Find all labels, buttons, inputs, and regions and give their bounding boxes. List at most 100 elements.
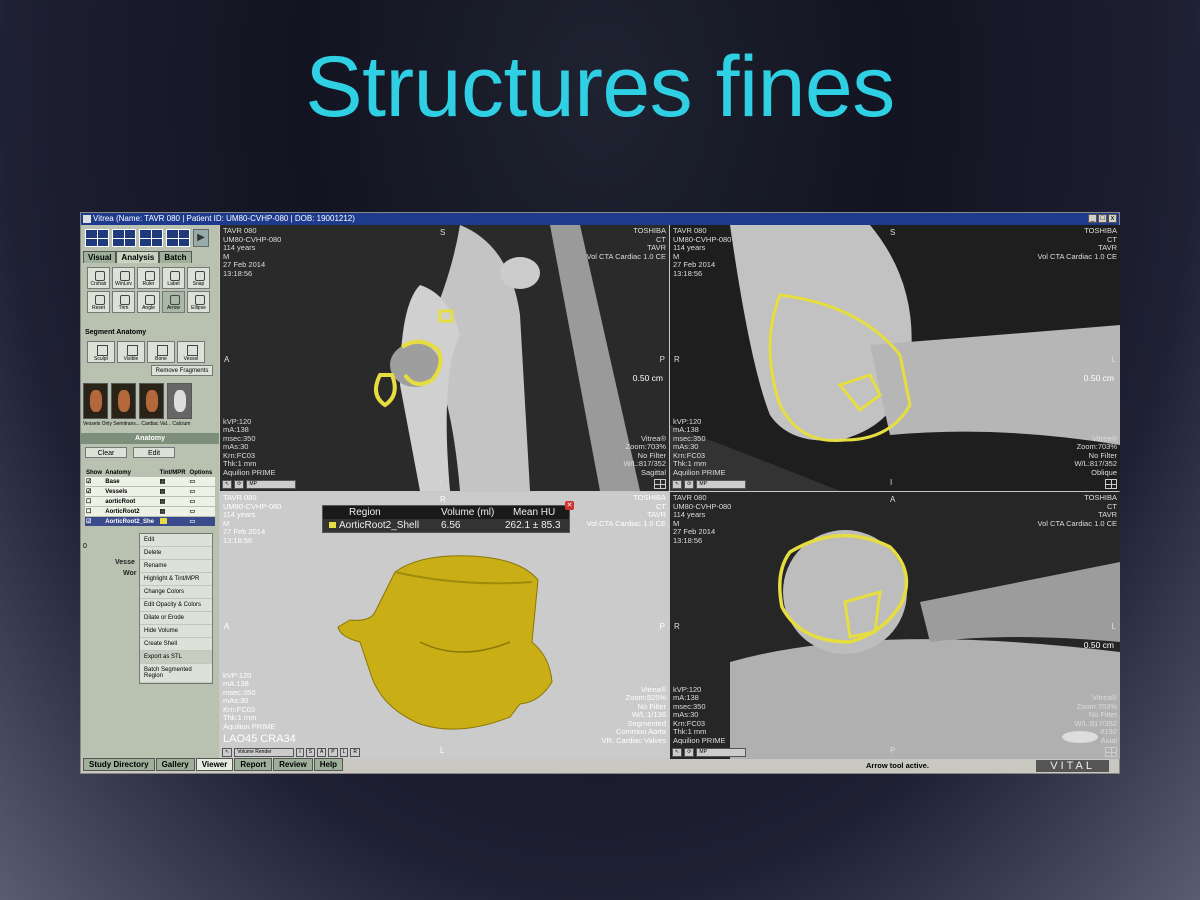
pointer-icon[interactable]: ↖ [672,747,683,757]
preset-calcium[interactable] [167,383,192,419]
angle-tool[interactable]: Angle [137,291,160,313]
preset-semitrans[interactable] [111,383,136,419]
tab-visual[interactable]: Visual [83,251,117,263]
viewport-toolbar: ↖ Volume Render I S A P L R [222,747,361,757]
close-icon[interactable]: ✕ [565,501,574,510]
table-row[interactable]: ☑ Vessels ▤ ▭ [85,486,215,497]
edit-button[interactable]: Edit [133,447,175,458]
layout-2x2-button[interactable] [85,229,109,247]
scanner-info: TOSHIBA CT TAVR Vol CTA Cardiac 1.0 CE [1037,226,1117,261]
tab-gallery[interactable]: Gallery [155,758,195,771]
minimize-button[interactable]: _ [1088,214,1097,223]
tab-viewer[interactable]: Viewer [195,758,234,771]
menu-item-edit-opacity[interactable]: Edit Opacity & Colors [140,599,212,612]
tab-help[interactable]: Help [313,758,344,771]
oblique-image [670,225,1120,491]
reset-view-icon[interactable]: ⟳ [684,479,695,489]
orient-right: L [1111,355,1116,364]
scanner-info: TOSHIBA CT TAVR Vol CTA Cardiac 1.0 CE [586,493,666,528]
close-button[interactable]: x [1108,214,1117,223]
viewport-sagittal[interactable]: TAVR 080 UM80-CVHP-080 114 years M 27 Fe… [220,225,669,491]
preset-cardiac-valves[interactable] [139,383,164,419]
view-r-button[interactable]: R [350,747,361,757]
vessel-tool[interactable]: Vessel [177,341,205,363]
reset-tool[interactable]: Reset [87,291,110,313]
menu-item-create-shell[interactable]: Create Shell [140,638,212,651]
tab-review[interactable]: Review [273,758,313,771]
display-info: Vitrea® Zoom:703% No Filter W/L:817/352 … [1074,433,1117,477]
play-icon[interactable]: ▶ [193,229,209,247]
zero-label: 0 [83,543,87,550]
viewport-toolbar: ↖ ⟳ MP [672,747,747,757]
orient-bottom: I [890,478,893,487]
pointer-icon[interactable]: ↖ [672,479,683,489]
arrow-tool[interactable]: Arrow [162,291,185,313]
layout-3x2-button[interactable] [112,229,136,247]
clear-button[interactable]: Clear [85,447,127,458]
view-angle: LAO45 CRA34 [223,733,296,745]
mode-dropdown[interactable]: MP [246,479,297,489]
sculpt-tool[interactable]: Sculpt [87,341,115,363]
label-tool[interactable]: Label [162,267,185,289]
tab-study-directory[interactable]: Study Directory [83,758,155,771]
remove-fragments-button[interactable]: Remove Fragments [151,365,213,376]
scale-label: 0.50 cm [632,373,663,383]
context-menu: Edit Delete Rename Highlight & Tint/MPR … [139,533,213,684]
scanner-info: TOSHIBA CT TAVR Vol CTA Cardiac 1.0 CE [586,226,666,261]
mode-dropdown[interactable]: MP [696,479,747,489]
visible-tool[interactable]: Visible [117,341,145,363]
table-row[interactable]: ☐ AorticRoot2 ▤ ▭ [85,506,215,517]
tab-report[interactable]: Report [234,758,273,771]
layout-grid-icon[interactable] [1105,479,1117,489]
reset-view-icon[interactable]: ⟳ [234,479,245,489]
view-p-button[interactable]: P [328,747,338,757]
menu-item-dilate[interactable]: Dilate or Erode [140,612,212,625]
menu-item-rename[interactable]: Rename [140,560,212,573]
table-row-selected[interactable]: ☑ AorticRoot2_She ▭ [85,516,215,527]
menu-item-hide-volume[interactable]: Hide Volume [140,625,212,638]
orient-top: S [890,228,896,237]
tab-batch[interactable]: Batch [159,251,192,263]
left-panel: ▶ Visual Analysis Batch Crshair WinLev R… [81,225,219,759]
viewport-axial[interactable]: TAVR 080 UM80-CVHP-080 114 years M 27 Fe… [670,492,1120,759]
reset-view-icon[interactable]: ⟳ [684,747,695,757]
tab-analysis[interactable]: Analysis [116,251,160,263]
layout-1x3-button[interactable] [139,229,163,247]
snap-tool[interactable]: Snap [187,267,210,289]
winlev-tool[interactable]: WinLev [112,267,135,289]
layout-grid-icon[interactable] [1105,747,1117,757]
pointer-icon[interactable]: ↖ [222,479,233,489]
menu-item-batch[interactable]: Batch Segmented Region [140,664,212,683]
region-name: AorticRoot2_Shell [339,520,420,531]
analysis-tools: Crshair WinLev Ruler Label Snap Reset Tr… [87,267,210,313]
view-s-button[interactable]: S [305,747,315,757]
view-l-button[interactable]: L [339,747,349,757]
trim-tool[interactable]: Trim [112,291,135,313]
menu-item-edit[interactable]: Edit [140,534,212,547]
menu-item-change-colors[interactable]: Change Colors [140,586,212,599]
layout-3x1-button[interactable] [166,229,190,247]
table-row[interactable]: ☑ Base ▤ ▭ [85,477,215,487]
preset-vessels-only[interactable] [83,383,108,419]
pointer-icon[interactable]: ↖ [222,747,233,757]
view-i-button[interactable]: I [296,747,304,757]
ellipse-tool[interactable]: Ellipse [187,291,210,313]
table-row[interactable]: ☐ aorticRoot ▤ ▭ [85,496,215,507]
view-a-button[interactable]: A [316,747,327,757]
crosshair-tool[interactable]: Crshair [87,267,110,289]
scale-label: 0.50 cm [1083,373,1114,383]
viewport-volume-render[interactable]: Region Volume (ml) Mean HU AorticRoot2_S… [220,492,669,759]
bone-tool[interactable]: Bone [147,341,175,363]
layout-grid-icon[interactable] [654,479,666,489]
viewport-oblique[interactable]: TAVR 080 UM80-CVHP-080 114 years M 27 Fe… [670,225,1120,491]
window-titlebar: Vitrea (Name: TAVR 080 | Patient ID: UM8… [81,213,1119,225]
menu-item-highlight[interactable]: Highlight & Tint/MPR [140,573,212,586]
ruler-tool[interactable]: Ruler [137,267,160,289]
menu-item-export-stl[interactable]: Export as STL [140,651,212,664]
vitrea-window: Vitrea (Name: TAVR 080 | Patient ID: UM8… [80,212,1120,774]
mode-dropdown[interactable]: MP [696,747,747,757]
maximize-button[interactable]: □ [1098,214,1107,223]
render-mode-dropdown[interactable]: Volume Render [234,747,295,757]
orient-left: A [224,355,230,364]
menu-item-delete[interactable]: Delete [140,547,212,560]
